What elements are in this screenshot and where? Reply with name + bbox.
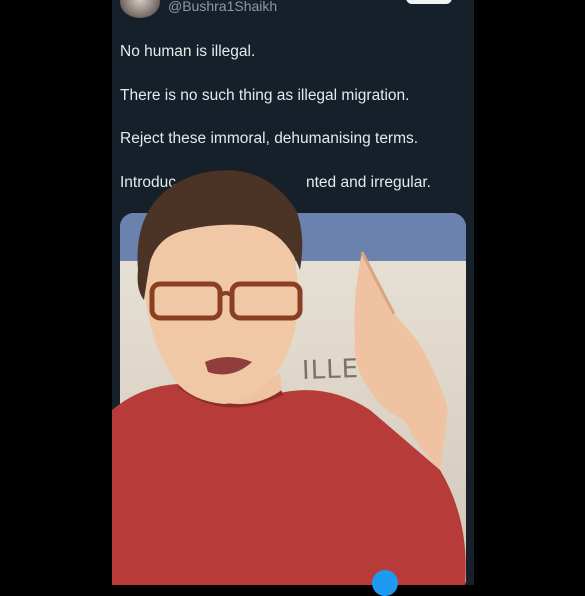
tweet-line: No human is illegal. <box>120 43 256 60</box>
media-text: ILLE <box>301 354 360 386</box>
tweet-media[interactable]: ILLE <box>120 213 466 585</box>
tweet-panel: @Bushra1Shaikh No human is illegal. Ther… <box>112 0 474 585</box>
tweet-line: Reject these immoral, dehumanising terms… <box>120 130 419 147</box>
media-sky <box>120 213 466 261</box>
follow-button[interactable] <box>406 0 452 4</box>
avatar[interactable] <box>120 0 160 18</box>
reply-icon[interactable] <box>372 570 398 596</box>
tweet-handle[interactable]: @Bushra1Shaikh <box>168 0 277 14</box>
tweet-line-fragment: nted and irregular. <box>306 174 431 191</box>
media-wall <box>120 261 466 585</box>
tweet-line-fragment: Introduc <box>120 174 177 191</box>
tweet-line: There is no such thing as illegal migrat… <box>120 87 410 104</box>
